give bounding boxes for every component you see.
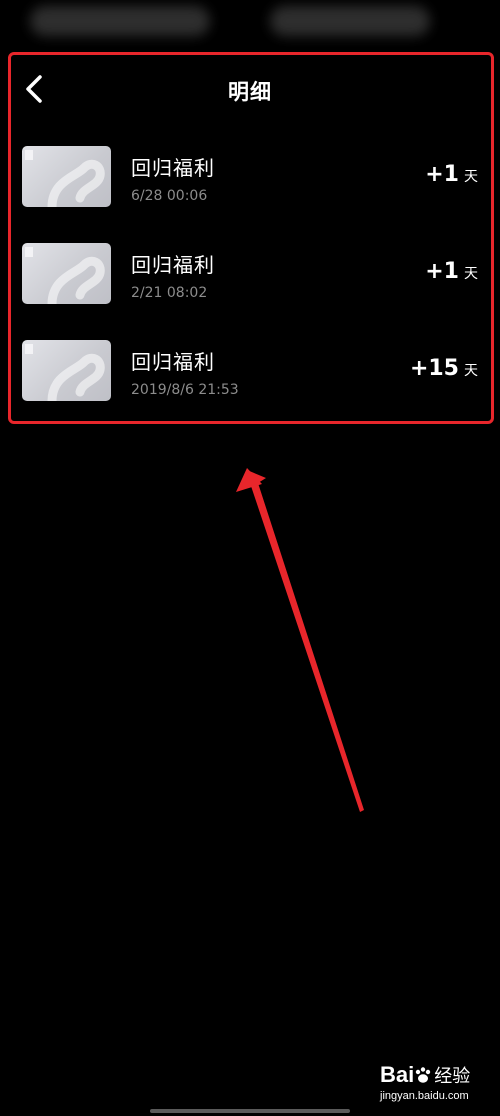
paw-icon	[416, 1067, 431, 1083]
watermark-brand-right: 经验	[434, 1066, 471, 1087]
watermark-url: jingyan.baidu.com	[380, 1090, 469, 1102]
watermark-brand-left: Bai	[380, 1062, 415, 1087]
home-indicator[interactable]	[150, 1109, 350, 1113]
annotation-arrow-icon	[236, 468, 364, 812]
watermark-brand: Bai 经验	[380, 1062, 470, 1088]
screen: 明细 回归福利 6/28 00:06 +1 天 回归福利 2/21 08:02 …	[0, 0, 500, 1116]
baidu-jingyan-watermark: Bai 经验 jingyan.baidu.com	[380, 1058, 495, 1108]
